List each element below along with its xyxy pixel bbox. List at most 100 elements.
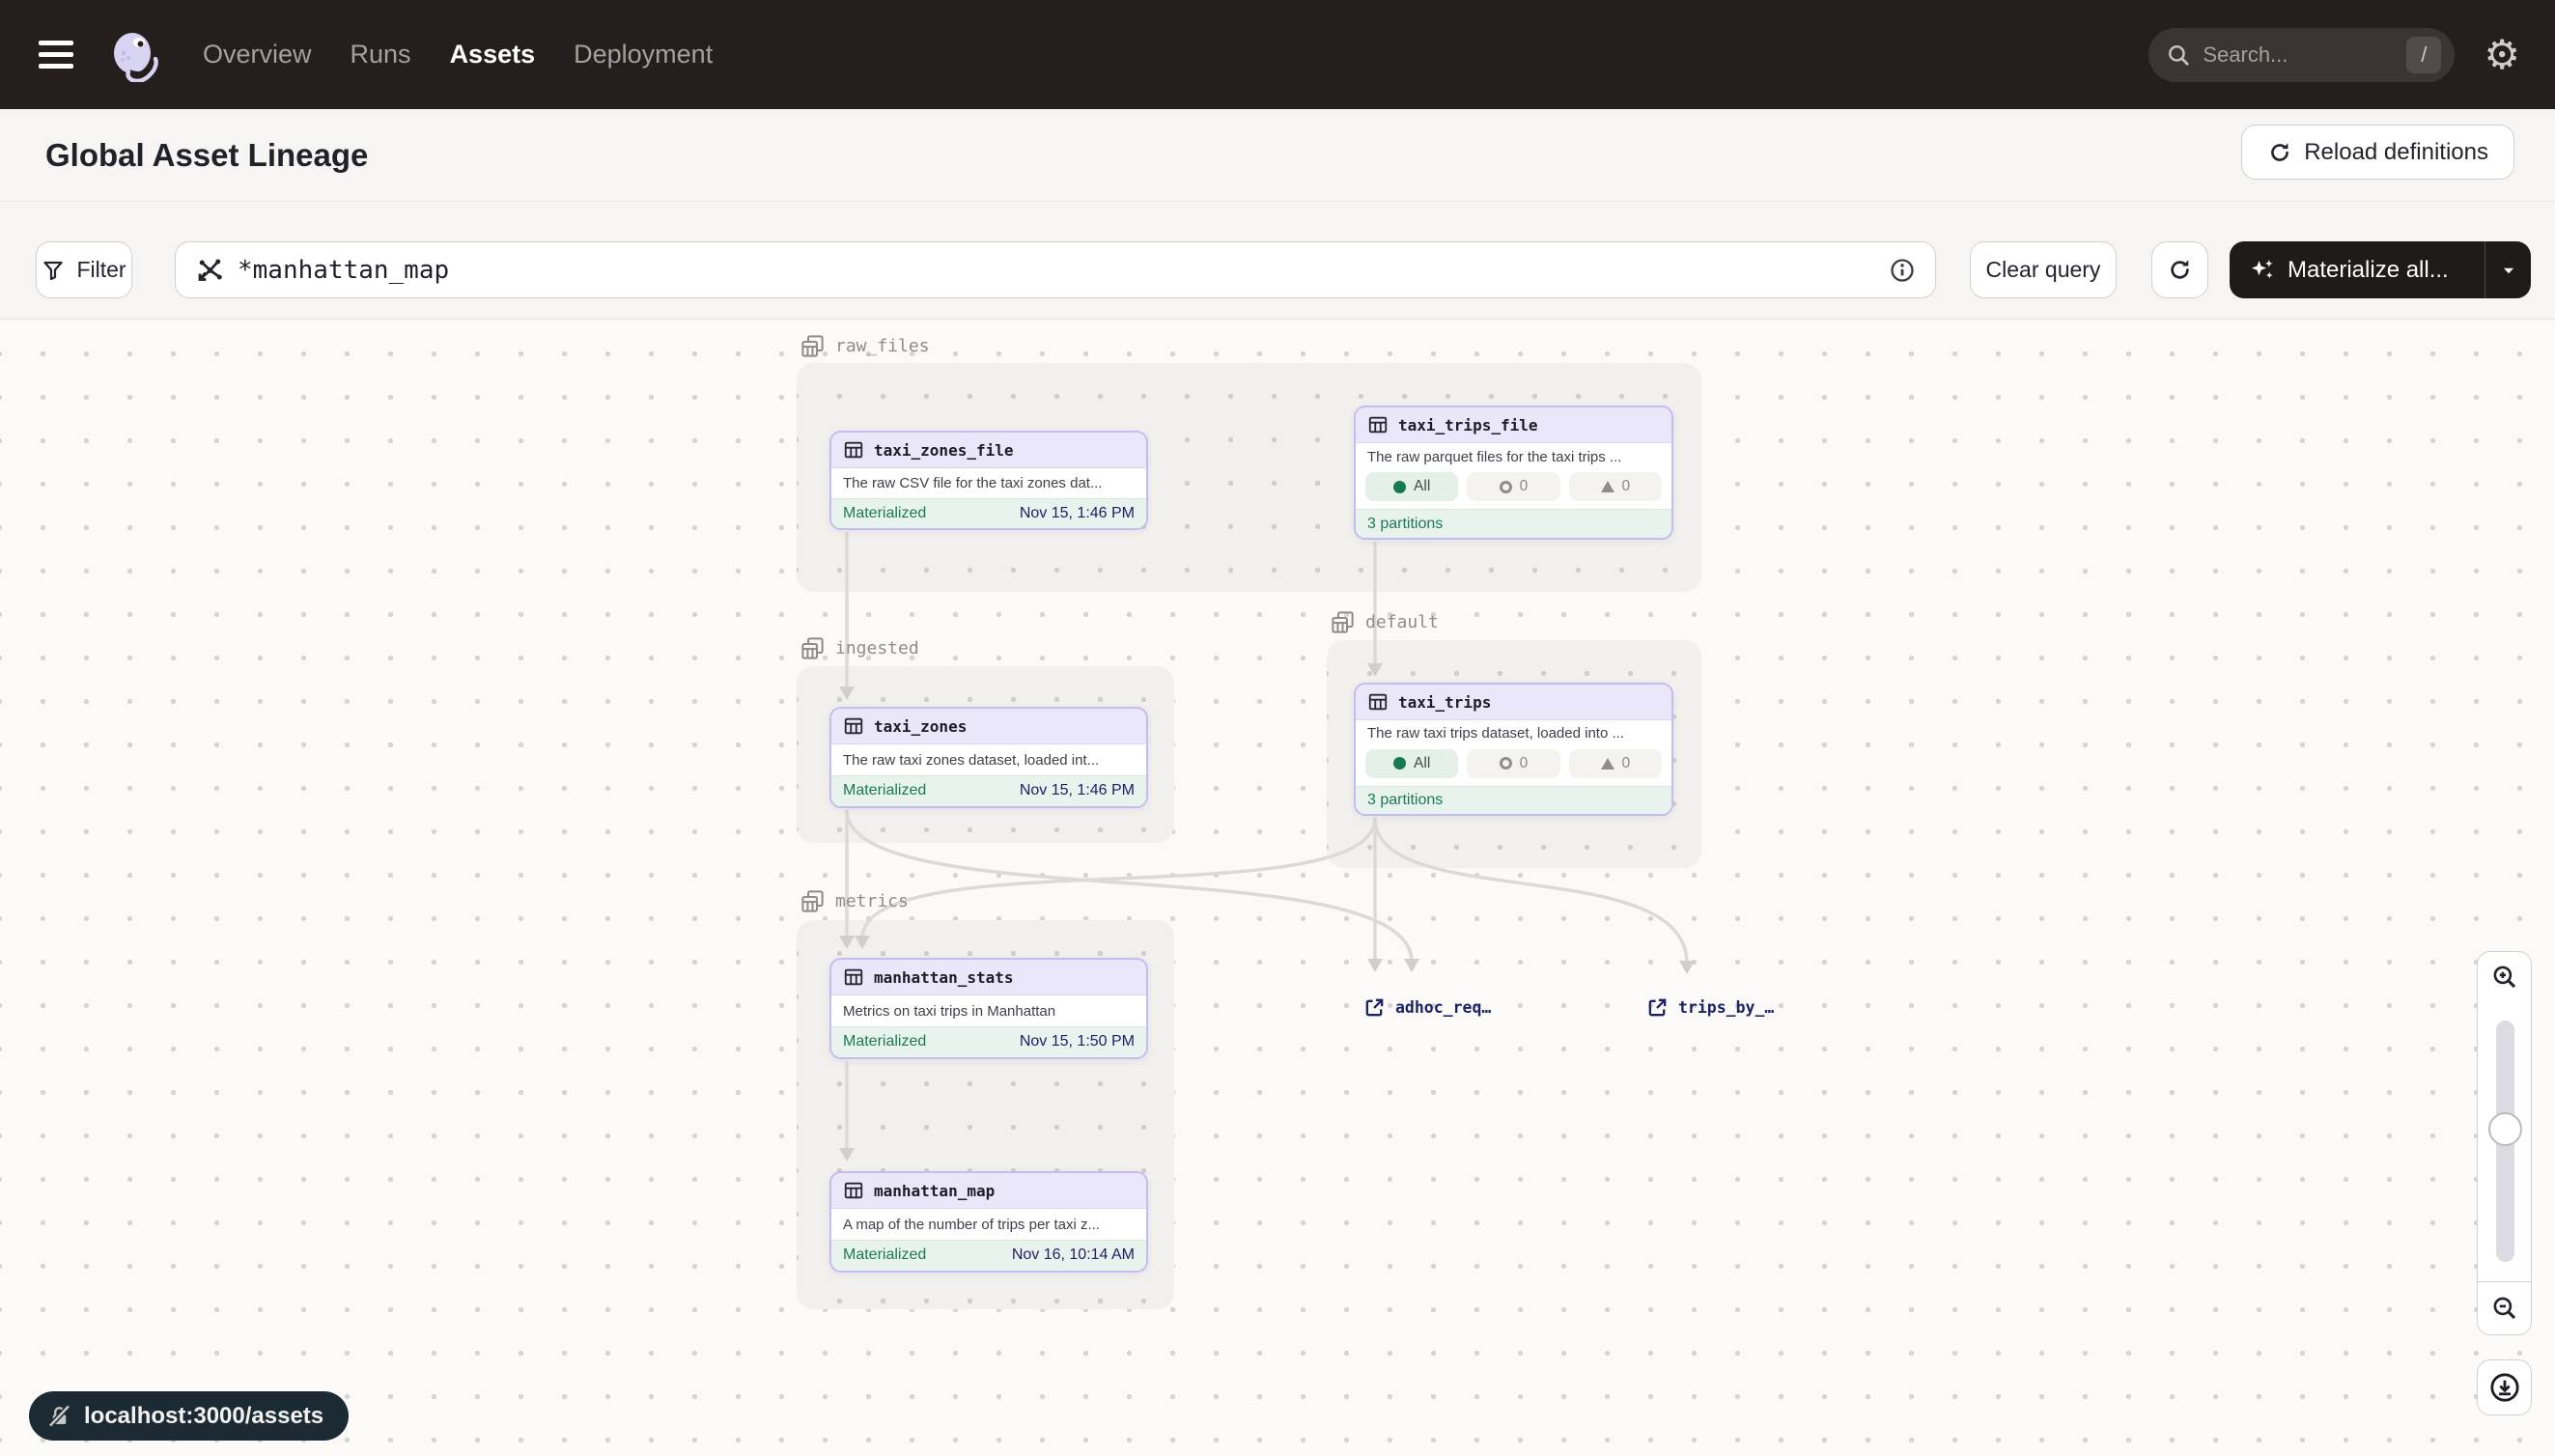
reload-icon <box>2267 140 2292 165</box>
page-header: Global Asset Lineage Reload definitions <box>0 109 2555 202</box>
partitions-failed-pill[interactable]: 0 <box>1569 749 1662 778</box>
open-circle-icon <box>1500 757 1512 770</box>
caret-down-icon <box>2498 260 2519 281</box>
asset-footer: Materialized Nov 15, 1:46 PM <box>831 498 1146 528</box>
gear-icon[interactable]: ⚙ <box>2484 35 2520 75</box>
materialize-all-button[interactable]: Materialize all... <box>2230 241 2531 298</box>
info-icon[interactable] <box>1889 257 1916 284</box>
external-asset-trips-by-week[interactable]: trips_by_… <box>1646 996 1774 1019</box>
top-navigation-bar: Overview Runs Assets Deployment / ⚙ <box>0 0 2555 109</box>
group-label-raw-files[interactable]: raw_files <box>800 333 930 359</box>
partitions-materialized-pill[interactable]: All <box>1365 749 1458 778</box>
asset-name: taxi_trips <box>1398 693 1491 712</box>
asset-table-icon <box>843 715 864 737</box>
asset-node-header: taxi_trips_file <box>1356 407 1671 443</box>
asset-selection-input[interactable] <box>238 256 1889 285</box>
nav-assets[interactable]: Assets <box>450 40 536 70</box>
page-title: Global Asset Lineage <box>45 137 368 174</box>
asset-node-manhattan-stats[interactable]: manhattan_stats Metrics on taxi trips in… <box>829 958 1148 1059</box>
search-input[interactable] <box>2203 42 2406 68</box>
browser-status-url: localhost:3000/assets <box>29 1391 349 1441</box>
asset-node-taxi-trips[interactable]: taxi_trips The raw taxi trips dataset, l… <box>1354 683 1673 816</box>
lineage-toolbar: Filter Clear query <box>0 203 2555 320</box>
lineage-selector-icon <box>195 256 224 285</box>
filled-dot-icon <box>1393 481 1406 493</box>
asset-node-taxi-zones[interactable]: taxi_zones The raw taxi zones dataset, l… <box>829 707 1148 808</box>
zoom-slider-handle[interactable] <box>2488 1112 2522 1146</box>
asset-description: A map of the number of trips per taxi z.… <box>831 1209 1146 1239</box>
global-search[interactable]: / <box>2148 28 2455 82</box>
partitions-missing-pill[interactable]: 0 <box>1467 472 1559 501</box>
zoom-out-button[interactable] <box>2477 1281 2532 1335</box>
materialize-dropdown-toggle[interactable] <box>2485 241 2531 298</box>
nav-runs[interactable]: Runs <box>351 40 411 70</box>
partitions-materialized-pill[interactable]: All <box>1365 472 1458 501</box>
filter-button[interactable]: Filter <box>36 241 132 298</box>
partitions-missing-pill[interactable]: 0 <box>1467 749 1559 778</box>
dagster-app: Overview Runs Assets Deployment / ⚙ Glob… <box>0 0 2555 1456</box>
zoom-slider[interactable] <box>2477 1001 2532 1281</box>
slash-shortcut: / <box>2406 37 2441 73</box>
asset-description: The raw taxi zones dataset, loaded int..… <box>831 744 1146 774</box>
group-label-metrics[interactable]: metrics <box>800 888 909 914</box>
asset-table-icon <box>843 1180 864 1201</box>
partitions-failed-pill[interactable]: 0 <box>1569 472 1662 501</box>
zoom-out-icon <box>2490 1294 2519 1323</box>
materialization-timestamp: Nov 15, 1:50 PM <box>1020 1033 1135 1050</box>
partition-health-pills: All 0 0 <box>1356 747 1671 786</box>
partitions-count: 3 partitions <box>1367 792 1443 809</box>
asset-node-taxi-trips-file[interactable]: taxi_trips_file The raw parquet files fo… <box>1354 406 1673 540</box>
download-image-button[interactable] <box>2477 1359 2532 1415</box>
zoom-in-button[interactable] <box>2477 951 2532 1002</box>
nav-overview[interactable]: Overview <box>203 40 312 70</box>
asset-name: manhattan_stats <box>874 968 1014 987</box>
status-url-text: localhost:3000/assets <box>84 1403 323 1430</box>
asset-footer: Materialized Nov 15, 1:46 PM <box>831 775 1146 806</box>
asset-group-icon <box>800 635 826 661</box>
status-badge: Materialized <box>843 1246 926 1264</box>
status-badge: Materialized <box>843 505 926 522</box>
asset-description: Metrics on taxi trips in Manhattan <box>831 995 1146 1025</box>
partitions-count: 3 partitions <box>1367 516 1443 533</box>
asset-node-manhattan-map[interactable]: manhattan_map A map of the number of tri… <box>829 1171 1148 1273</box>
filter-funnel-icon <box>42 259 65 282</box>
nav-deployment[interactable]: Deployment <box>574 40 713 70</box>
filled-dot-icon <box>1393 757 1406 770</box>
sparkle-icon <box>2249 257 2276 284</box>
group-label-ingested[interactable]: ingested <box>800 635 919 661</box>
zoom-in-icon <box>2490 963 2519 992</box>
partition-health-pills: All 0 0 <box>1356 470 1671 509</box>
asset-name: taxi_zones <box>874 717 967 736</box>
asset-table-icon <box>1367 691 1389 713</box>
asset-node-taxi-zones-file[interactable]: taxi_zones_file The raw CSV file for the… <box>829 431 1148 530</box>
clear-query-button[interactable]: Clear query <box>1970 241 2117 298</box>
asset-node-header: manhattan_map <box>831 1173 1146 1209</box>
reload-definitions-button[interactable]: Reload definitions <box>2241 125 2514 180</box>
materialization-timestamp: Nov 15, 1:46 PM <box>1020 782 1135 799</box>
asset-node-header: taxi_zones_file <box>831 433 1146 468</box>
open-circle-icon <box>1500 481 1512 493</box>
insecure-lock-icon <box>46 1403 72 1429</box>
materialization-timestamp: Nov 15, 1:46 PM <box>1020 505 1135 522</box>
asset-name: manhattan_map <box>874 1182 995 1200</box>
search-icon <box>2166 42 2191 68</box>
asset-group-icon <box>800 333 826 359</box>
main-nav: Overview Runs Assets Deployment <box>203 40 713 70</box>
asset-footer: 3 partitions <box>1356 509 1671 538</box>
asset-node-header: taxi_trips <box>1356 685 1671 720</box>
triangle-icon <box>1601 481 1614 492</box>
asset-node-header: taxi_zones <box>831 709 1146 744</box>
materialize-all-main[interactable]: Materialize all... <box>2230 241 2485 298</box>
asset-group-icon <box>800 888 826 914</box>
materialization-timestamp: Nov 16, 10:14 AM <box>1012 1246 1135 1264</box>
external-asset-adhoc-request[interactable]: adhoc_req… <box>1363 996 1491 1019</box>
group-label-default[interactable]: default <box>1330 609 1439 635</box>
refresh-button[interactable] <box>2151 241 2208 298</box>
external-link-icon <box>1646 996 1669 1019</box>
asset-footer: 3 partitions <box>1356 786 1671 814</box>
triangle-icon <box>1601 758 1614 770</box>
asset-name: taxi_zones_file <box>874 441 1014 460</box>
status-badge: Materialized <box>843 1033 926 1050</box>
menu-icon[interactable] <box>39 41 73 69</box>
asset-selection-input-wrap <box>175 241 1936 298</box>
